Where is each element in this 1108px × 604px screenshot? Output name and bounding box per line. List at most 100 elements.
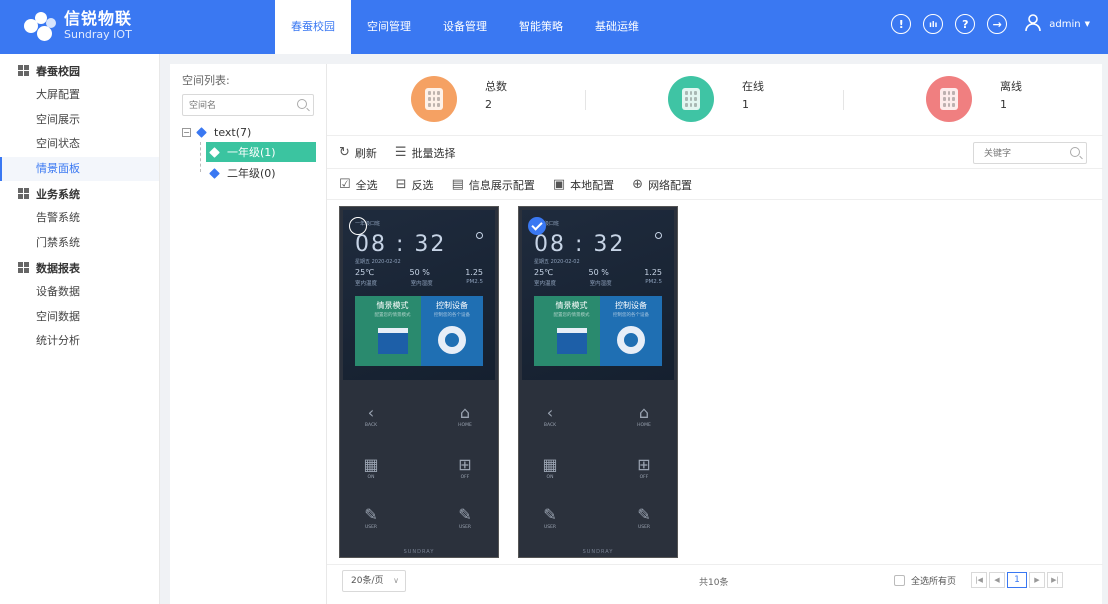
stat-value: 1 bbox=[1000, 98, 1007, 111]
user-name: admin bbox=[1049, 18, 1081, 30]
device-humidity-label: 室内湿度 bbox=[410, 281, 433, 287]
batch-select-label: 批量选择 bbox=[411, 146, 456, 160]
nav-tab-campus[interactable]: 春蚕校园 bbox=[275, 0, 351, 54]
network-config-button[interactable]: ⊕ 网络配置 bbox=[632, 177, 692, 193]
sidebar-item-space-status[interactable]: 空间状态 bbox=[0, 132, 159, 157]
sidebar-item-alarm[interactable]: 告警系统 bbox=[0, 206, 159, 231]
nav-tab-space[interactable]: 空间管理 bbox=[351, 0, 427, 54]
device-brand: SUNDRAY bbox=[582, 549, 614, 555]
off-key-icon: ⊞ OFF bbox=[637, 455, 651, 480]
user-key-icon: ✎ USER bbox=[364, 505, 378, 530]
user-key-icon: ✎ USER bbox=[458, 505, 472, 530]
network-config-label: 网络配置 bbox=[648, 178, 693, 192]
info-icon[interactable]: ! bbox=[891, 14, 912, 34]
page-size-value: 20条/页 bbox=[351, 576, 384, 586]
grid-icon bbox=[18, 65, 29, 76]
device-select-checkbox[interactable] bbox=[528, 217, 546, 235]
tree-node-label: 一年级(1) bbox=[227, 146, 276, 159]
sidebar-item-device-data[interactable]: 设备数据 bbox=[0, 280, 159, 305]
prev-page-icon[interactable]: ◀ bbox=[989, 572, 1005, 588]
nav-tab-ops[interactable]: 基础运维 bbox=[579, 0, 655, 54]
cube-icon bbox=[209, 146, 220, 158]
next-page-icon[interactable]: ▶ bbox=[1029, 572, 1045, 588]
keyword-search-input[interactable] bbox=[974, 143, 1060, 163]
device-keypad: ‹ BACK ⌂ HOME ▦ ON ⊞ OFF ✎ USER ✎ USER bbox=[522, 393, 674, 545]
current-page-input[interactable]: 1 bbox=[1007, 572, 1027, 588]
search-icon[interactable] bbox=[297, 99, 307, 109]
stats-bar: 总数 2 在线 1 离线 1 bbox=[327, 64, 1103, 136]
collapse-icon[interactable]: − bbox=[182, 127, 191, 137]
on-key-icon: ▦ ON bbox=[542, 455, 558, 480]
sidebar-group-business[interactable]: 业务系统 bbox=[0, 181, 159, 206]
select-all-pages[interactable]: 全选所有页 bbox=[894, 574, 956, 587]
device-pm-label: PM2.5 bbox=[466, 279, 483, 285]
scene-icon bbox=[556, 328, 587, 354]
globe-icon: ⊕ bbox=[632, 177, 644, 192]
device-humidity-label: 室内湿度 bbox=[589, 281, 612, 287]
first-page-icon[interactable]: |◀ bbox=[971, 572, 987, 588]
settings-icon bbox=[655, 232, 662, 239]
home-key-icon: ⌂ HOME bbox=[637, 403, 651, 428]
device-control-card: 控制设备 控制您的各个设备 bbox=[421, 296, 483, 366]
business-icon bbox=[18, 188, 29, 199]
device-control-sub: 控制您的各个设备 bbox=[613, 313, 649, 318]
nav-tab-device[interactable]: 设备管理 bbox=[427, 0, 503, 54]
scene-mode-title: 情景模式 bbox=[555, 301, 588, 310]
info-display-label: 信息展示配置 bbox=[468, 178, 535, 192]
nav-tab-strategy[interactable]: 智能策略 bbox=[503, 0, 579, 54]
device-screen: 一年级口班 08 : 32 星期五 2020-02-02 25℃ 50 % 1.… bbox=[522, 210, 674, 380]
logout-icon[interactable]: → bbox=[987, 14, 1008, 34]
page-size-select[interactable]: 20条/页 ∨ bbox=[342, 570, 406, 592]
stat-offline: 离线 1 bbox=[926, 76, 1022, 122]
control-icon bbox=[438, 326, 466, 354]
device-pm-label: PM2.5 bbox=[645, 279, 662, 285]
space-list-title: 空间列表: bbox=[182, 74, 230, 87]
clipboard-icon: ▤ bbox=[451, 177, 464, 192]
refresh-button[interactable]: ↻ 刷新 bbox=[339, 145, 377, 161]
brand-logo[interactable]: 信锐物联 Sundray IOT bbox=[22, 9, 132, 43]
search-icon[interactable] bbox=[1070, 147, 1080, 157]
invert-select-button[interactable]: ⊟ 反选 bbox=[396, 177, 434, 193]
last-page-icon[interactable]: ▶| bbox=[1047, 572, 1063, 588]
sidebar-item-space-display[interactable]: 空间展示 bbox=[0, 108, 159, 133]
sidebar-group-reports[interactable]: 数据报表 bbox=[0, 255, 159, 280]
sidebar-group-campus[interactable]: 春蚕校园 bbox=[0, 58, 159, 83]
local-config-button[interactable]: ▣ 本地配置 bbox=[553, 177, 614, 193]
device-temp-label: 室内温度 bbox=[355, 281, 378, 287]
sidebar-item-access[interactable]: 门禁系统 bbox=[0, 231, 159, 256]
sidebar: 春蚕校园 大屏配置 空间展示 空间状态 情景面板 业务系统 告警系统 门禁系统 … bbox=[0, 54, 160, 604]
sidebar-item-statistics[interactable]: 统计分析 bbox=[0, 329, 159, 354]
device-select-checkbox[interactable] bbox=[349, 217, 367, 235]
sidebar-item-scene-panel[interactable]: 情景面板 bbox=[0, 156, 159, 181]
brand-subtitle: Sundray IOT bbox=[64, 27, 132, 41]
help-icon[interactable]: ? bbox=[955, 14, 976, 34]
hexagon-cluster-logo-icon bbox=[22, 9, 58, 43]
cube-icon bbox=[196, 126, 207, 138]
tree-node-grade-1[interactable]: 一年级(1) bbox=[206, 142, 316, 162]
control-icon bbox=[617, 326, 645, 354]
device-card-2[interactable]: 一年级口班 08 : 32 星期五 2020-02-02 25℃ 50 % 1.… bbox=[518, 206, 678, 558]
device-temp-label: 室内温度 bbox=[534, 281, 557, 287]
user-icon bbox=[1025, 14, 1043, 34]
device-card-1[interactable]: 一年级口班 08 : 32 星期五 2020-02-02 25℃ 50 % 1.… bbox=[339, 206, 499, 558]
select-all-pages-label: 全选所有页 bbox=[911, 577, 957, 587]
info-display-config-button[interactable]: ▤ 信息展示配置 bbox=[452, 177, 535, 193]
refresh-label: 刷新 bbox=[354, 146, 377, 160]
select-all-label: 全选 bbox=[355, 178, 378, 192]
stat-label: 离线 bbox=[1000, 80, 1022, 93]
select-all-button[interactable]: ☑ 全选 bbox=[339, 177, 378, 193]
select-all-pages-checkbox[interactable] bbox=[894, 575, 905, 586]
stat-online: 在线 1 bbox=[668, 76, 764, 122]
sidebar-item-space-data[interactable]: 空间数据 bbox=[0, 305, 159, 330]
scene-mode-title: 情景模式 bbox=[376, 301, 409, 310]
batch-select-button[interactable]: ☰ 批量选择 bbox=[395, 145, 456, 161]
tree-root-node[interactable]: − text(7) bbox=[182, 124, 251, 140]
tree-node-grade-2[interactable]: 二年级(0) bbox=[206, 163, 276, 183]
sidebar-item-screen-config[interactable]: 大屏配置 bbox=[0, 83, 159, 108]
toolbar: ↻ 刷新 ☰ 批量选择 bbox=[327, 137, 1103, 169]
chevron-down-icon: ▼ bbox=[1084, 20, 1090, 28]
user-menu[interactable]: admin ▼ bbox=[1025, 14, 1090, 34]
device-time: 08 : 32 bbox=[534, 232, 626, 257]
chart-icon[interactable]: ılı bbox=[923, 14, 944, 34]
space-search-input[interactable] bbox=[183, 95, 283, 115]
